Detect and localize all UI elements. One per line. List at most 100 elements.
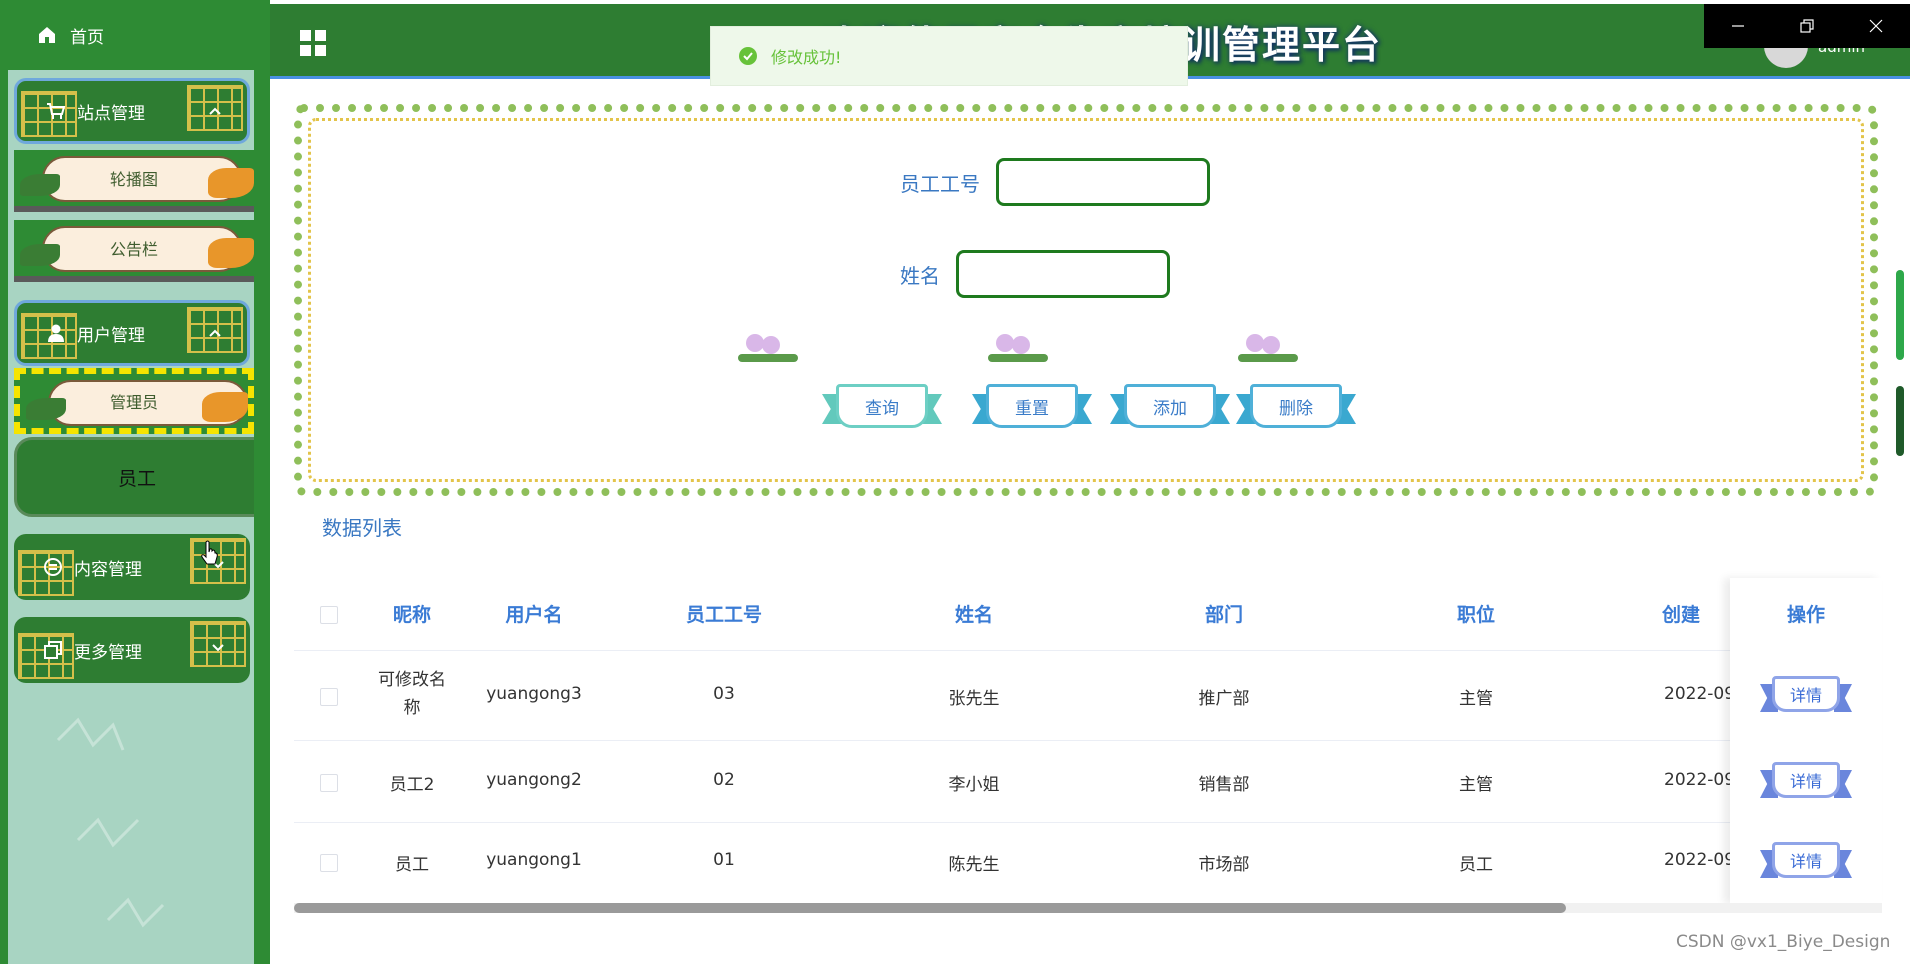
cell-username: yuangong2	[486, 770, 582, 790]
detail-button[interactable]: 详情	[1760, 760, 1852, 800]
delete-button[interactable]: 删除	[1236, 384, 1356, 428]
cell-name: 李小姐	[948, 775, 1000, 795]
scrollbar-thumb[interactable]	[1896, 270, 1904, 360]
scrollbar-thumb[interactable]	[1896, 386, 1904, 456]
cell-name: 张先生	[948, 689, 1000, 709]
sidebar-group-label: 内容管理	[74, 559, 142, 580]
cell-emp-no: 03	[713, 684, 735, 704]
cell-username: yuangong1	[486, 850, 582, 870]
sidebar-item-admin[interactable]: 管理员	[14, 368, 254, 434]
table-row: 可修改名称 yuangong3 03 张先生 推广部 主管 2022-09-	[294, 650, 1882, 741]
cell-emp-no: 01	[713, 850, 735, 870]
query-button[interactable]: 查询	[822, 384, 942, 428]
cell-nickname: 可修改名称	[378, 670, 446, 718]
sidebar-group-site[interactable]: 站点管理	[14, 78, 250, 144]
emp-no-label: 员工工号	[900, 172, 980, 196]
detail-button[interactable]: 详情	[1760, 674, 1852, 714]
sidebar-item-notice[interactable]: 公告栏	[14, 220, 254, 282]
close-icon	[1869, 19, 1883, 33]
col-emp-no: 员工工号	[685, 604, 762, 626]
sidebar-item-employee[interactable]: 员工	[14, 437, 254, 517]
emp-no-input[interactable]	[996, 158, 1210, 206]
leaf-decoration	[20, 244, 60, 266]
vertical-scrollbar[interactable]	[1896, 270, 1906, 460]
detail-button-label: 详情	[1789, 686, 1822, 705]
leaf-decoration	[26, 398, 66, 420]
name-label: 姓名	[900, 264, 940, 288]
copy-icon	[42, 639, 64, 661]
delete-button-label: 删除	[1279, 398, 1313, 419]
close-button[interactable]	[1841, 4, 1910, 48]
cell-position: 员工	[1459, 855, 1493, 875]
sidebar-group-users[interactable]: 用户管理	[14, 300, 250, 366]
search-panel: 员工工号 姓名 查询 重置 添加 删除	[294, 104, 1878, 496]
cell-position: 主管	[1459, 689, 1493, 709]
chat-icon	[42, 556, 64, 578]
check-circle-icon	[739, 47, 757, 65]
cell-dept: 市场部	[1198, 855, 1250, 875]
leaf-decoration	[208, 238, 254, 268]
col-position: 职位	[1456, 604, 1495, 626]
sidebar-item-label: 员工	[117, 467, 156, 490]
toast-message: 修改成功!	[771, 48, 842, 67]
list-title: 数据列表	[322, 516, 402, 540]
col-name: 姓名	[954, 604, 993, 626]
query-button-label: 查询	[865, 398, 899, 419]
window-edge	[0, 0, 8, 964]
sidebar-item-carousel[interactable]: 轮播图	[14, 150, 254, 212]
sidebar-item-label: 公告栏	[109, 240, 158, 259]
sidebar-item-label: 管理员	[109, 393, 158, 412]
table-row: 员工2 yuangong2 02 李小姐 销售部 主管 2022-09-	[294, 740, 1882, 823]
row-checkbox[interactable]	[320, 688, 338, 706]
row-checkbox[interactable]	[320, 854, 338, 872]
sidebar-group-label: 更多管理	[74, 642, 142, 663]
col-dept: 部门	[1204, 604, 1243, 626]
sidebar-home-label: 首页	[70, 27, 104, 48]
detail-button-label: 详情	[1789, 772, 1822, 791]
detail-button[interactable]: 详情	[1760, 840, 1852, 880]
sidebar-home[interactable]: 首页	[8, 0, 254, 70]
row-checkbox[interactable]	[320, 774, 338, 792]
sidebar-group-more[interactable]: 更多管理	[14, 617, 250, 683]
horizontal-scrollbar[interactable]	[294, 903, 1882, 913]
cell-dept: 推广部	[1198, 689, 1250, 709]
chevron-down-icon	[208, 637, 228, 657]
scrollbar-thumb[interactable]	[294, 903, 1566, 913]
leaf-decoration	[202, 392, 248, 422]
watermark: CSDN @vx1_Biye_Design	[1676, 932, 1891, 952]
col-action: 操作	[1786, 604, 1825, 626]
add-button-label: 添加	[1153, 398, 1187, 419]
window-controls	[1704, 4, 1910, 48]
mouse-cursor-icon	[201, 540, 218, 565]
background-decoration	[56, 717, 165, 928]
detail-button-label: 详情	[1789, 852, 1822, 871]
minimize-button[interactable]	[1704, 4, 1773, 48]
reset-button[interactable]: 重置	[972, 384, 1092, 428]
table-header: 昵称 用户名 员工工号 姓名 部门 职位 创建	[294, 578, 1882, 651]
store-icon	[45, 100, 67, 122]
user-icon	[45, 322, 67, 344]
sidebar-divider	[254, 0, 270, 964]
cell-nickname: 员工	[395, 855, 429, 875]
cell-nickname: 员工2	[389, 775, 435, 795]
leaf-decoration	[208, 168, 254, 198]
cell-name: 陈先生	[948, 855, 1000, 875]
sidebar-group-label: 用户管理	[77, 325, 145, 346]
table-row: 员工 yuangong1 01 陈先生 市场部 员工 2022-09-	[294, 822, 1882, 905]
flower-decoration	[732, 334, 1452, 362]
cell-position: 主管	[1459, 775, 1493, 795]
cell-dept: 销售部	[1198, 775, 1250, 795]
name-input[interactable]	[956, 250, 1170, 298]
minimize-icon	[1732, 25, 1745, 27]
add-button[interactable]: 添加	[1110, 384, 1230, 428]
apps-grid-icon[interactable]	[298, 28, 328, 58]
leaf-decoration	[20, 174, 60, 196]
select-all-checkbox[interactable]	[320, 606, 338, 624]
chevron-up-icon	[205, 101, 225, 121]
home-icon	[36, 24, 58, 46]
cell-username: yuangong3	[486, 684, 582, 704]
sidebar-group-label: 站点管理	[77, 103, 145, 124]
sidebar: 首页 站点管理 轮播图 公告栏 用户管理 管理员 员工 内容管理 更多管理	[8, 0, 254, 964]
cell-emp-no: 02	[713, 770, 735, 790]
restore-button[interactable]	[1773, 4, 1842, 48]
